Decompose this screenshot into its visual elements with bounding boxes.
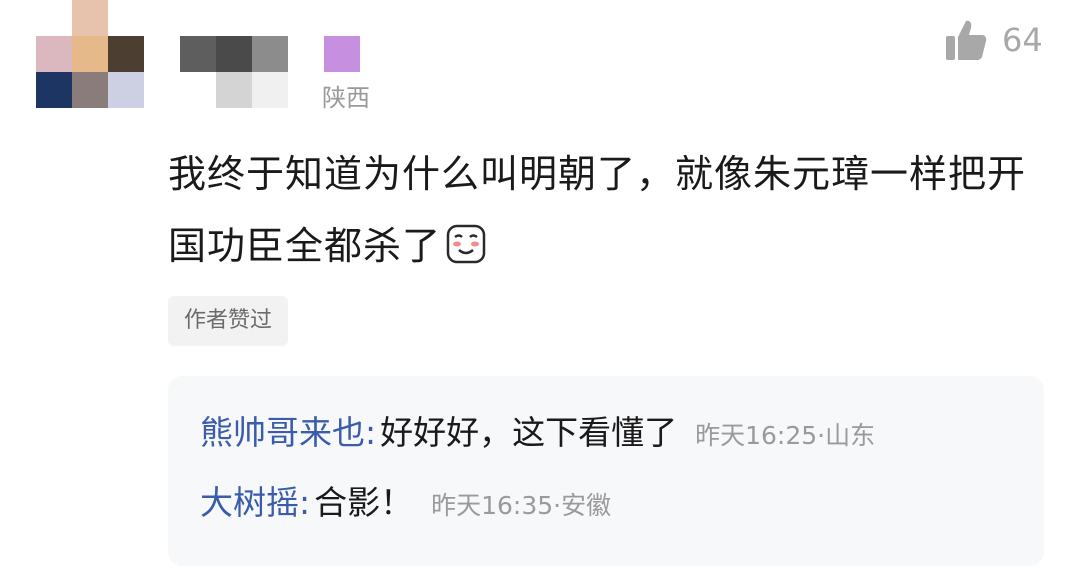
mosaic-tile — [72, 36, 108, 72]
reply-item[interactable]: 大树摇: 合影！ 昨天16:35·安徽 — [200, 476, 611, 524]
comment-body: 我终于知道为什么叫明朝了，就像朱元璋一样把开国功臣全都杀了 — [168, 138, 1048, 288]
mosaic-tile — [324, 36, 360, 72]
replies-panel: 熊帅哥来也: 好好好，这下看懂了 昨天16:25·山东 大树摇: 合影！ 昨天1… — [168, 376, 1044, 566]
mosaic-tile — [36, 72, 72, 108]
like-button[interactable]: 64 — [944, 18, 1043, 62]
mosaic-tile — [72, 0, 108, 36]
mosaic-tile — [72, 72, 108, 108]
mosaic-tile — [216, 36, 252, 72]
thumbs-up-icon — [944, 18, 988, 62]
like-count: 64 — [1002, 21, 1043, 59]
author-liked-badge: 作者赞过 — [168, 296, 289, 346]
reply-meta: 昨天16:35·安徽 — [431, 491, 612, 520]
comment-location: 陕西 — [322, 84, 370, 112]
reply-author[interactable]: 熊帅哥来也: — [200, 406, 376, 454]
reply-text: 好好好，这下看懂了 — [380, 413, 678, 452]
reply-text: 合影！ — [314, 483, 414, 522]
mosaic-tile — [36, 36, 72, 72]
reply-item[interactable]: 熊帅哥来也: 好好好，这下看懂了 昨天16:25·山东 — [200, 406, 875, 454]
mosaic-tile — [180, 36, 216, 72]
mosaic-tile — [216, 72, 252, 108]
mosaic-tile — [252, 36, 288, 72]
comment-text: 我终于知道为什么叫明朝了，就像朱元璋一样把开国功臣全都杀了 — [168, 152, 1027, 268]
reply-meta: 昨天16:25·山东 — [695, 421, 876, 450]
mosaic-tile — [252, 72, 288, 108]
reply-author[interactable]: 大树摇: — [200, 476, 310, 524]
mosaic-tile — [108, 36, 144, 72]
avatar[interactable] — [36, 0, 144, 108]
mosaic-tile — [108, 72, 144, 108]
shy-smile-emoji-icon — [445, 216, 487, 288]
